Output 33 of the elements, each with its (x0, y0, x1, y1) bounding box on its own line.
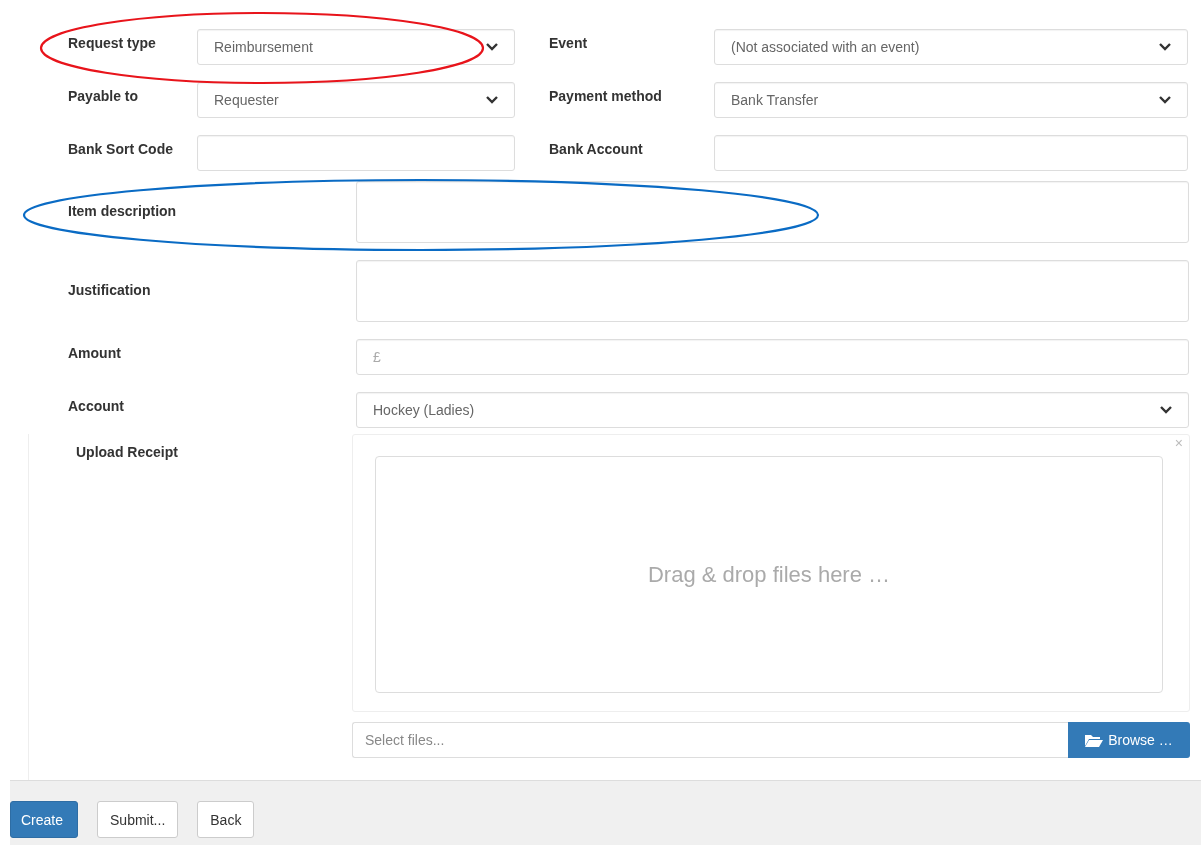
drop-hint: Drag & drop files here … (647, 561, 891, 588)
chevron-down-icon (1159, 43, 1171, 51)
form-button[interactable]: Back (197, 801, 255, 838)
field-label: Amount (68, 344, 122, 363)
field-label: Payable to (68, 87, 140, 106)
field-label: Item description (68, 202, 178, 221)
field-label: Upload Receipt (75, 443, 179, 462)
field-label: Event (549, 34, 589, 53)
input-field[interactable]: £ (356, 339, 1189, 375)
chevron-down-icon (486, 96, 498, 104)
field-label: Payment method (549, 87, 663, 106)
input-field[interactable] (197, 135, 515, 171)
select-field[interactable]: (Not associated with an event) (714, 29, 1188, 65)
file-field[interactable]: Select files... (352, 722, 1068, 758)
chevron-down-icon (1160, 406, 1172, 414)
chevron-down-icon (1159, 96, 1171, 104)
text-area[interactable] (356, 260, 1189, 322)
browse-button[interactable]: Browse … (1068, 722, 1190, 758)
field-label: Justification (68, 281, 152, 300)
select-field[interactable]: Requester (197, 82, 515, 118)
input-field[interactable] (714, 135, 1188, 171)
select-field[interactable]: Bank Transfer (714, 82, 1188, 118)
field-label: Account (68, 397, 125, 416)
select-field[interactable]: Hockey (Ladies) (356, 392, 1189, 428)
form-button[interactable]: Create (10, 801, 79, 838)
form-button[interactable]: Submit... (97, 801, 179, 838)
field-label: Request type (68, 34, 157, 53)
text-area[interactable] (356, 181, 1189, 243)
field-label: Bank Account (549, 140, 644, 159)
select-field[interactable]: Reimbursement (197, 29, 515, 65)
folder-icon (1085, 733, 1104, 747)
chevron-down-icon (486, 43, 498, 51)
field-label: Bank Sort Code (68, 140, 174, 159)
